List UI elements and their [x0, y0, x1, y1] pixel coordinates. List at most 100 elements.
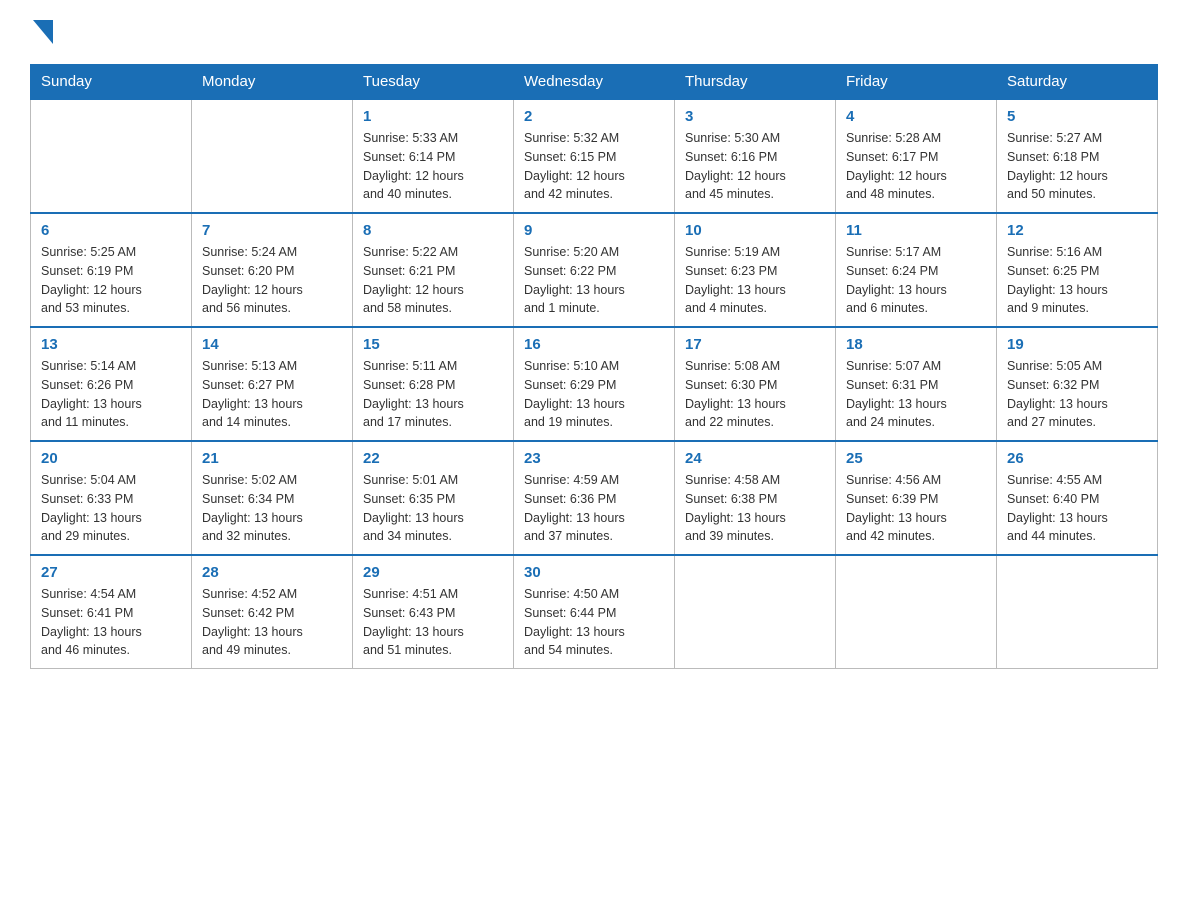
logo [30, 20, 53, 44]
calendar-cell: 7 Sunrise: 5:24 AM Sunset: 6:20 PM Daylig… [192, 213, 353, 327]
calendar-cell: 15 Sunrise: 5:11 AM Sunset: 6:28 PM Dayli… [353, 327, 514, 441]
day-number: 1 [363, 108, 503, 125]
calendar-cell: 13Sunrise: 5:14 AM Sunset: 6:26 PM Dayli… [31, 327, 192, 441]
day-info: Sunrise: 4:59 AM Sunset: 6:36 PM Dayligh… [524, 471, 664, 546]
day-number: 14 [202, 336, 342, 353]
day-number: 19 [1007, 336, 1147, 353]
calendar-cell: 5 Sunrise: 5:27 AM Sunset: 6:18 PM Daylig… [997, 99, 1158, 213]
calendar-cell: 26Sunrise: 4:55 AM Sunset: 6:40 PM Dayli… [997, 441, 1158, 555]
day-info: Sunrise: 5:07 AM Sunset: 6:31 PM Dayligh… [846, 357, 986, 432]
week-row-3: 13Sunrise: 5:14 AM Sunset: 6:26 PM Dayli… [31, 327, 1158, 441]
day-info: Sunrise: 5:01 AM Sunset: 6:35 PM Dayligh… [363, 471, 503, 546]
calendar-cell: 21Sunrise: 5:02 AM Sunset: 6:34 PM Dayli… [192, 441, 353, 555]
day-number: 7 [202, 222, 342, 239]
weekday-header-tuesday: Tuesday [353, 65, 514, 100]
calendar-cell: 17 Sunrise: 5:08 AM Sunset: 6:30 PM Dayli… [675, 327, 836, 441]
day-info: Sunrise: 5:27 AM Sunset: 6:18 PM Dayligh… [1007, 129, 1147, 204]
calendar-cell [997, 555, 1158, 669]
day-number: 23 [524, 450, 664, 467]
calendar-cell: 9 Sunrise: 5:20 AM Sunset: 6:22 PM Daylig… [514, 213, 675, 327]
day-number: 15 [363, 336, 503, 353]
day-info: Sunrise: 5:14 AM Sunset: 6:26 PM Dayligh… [41, 357, 181, 432]
calendar-cell [192, 99, 353, 213]
week-row-2: 6 Sunrise: 5:25 AM Sunset: 6:19 PM Daylig… [31, 213, 1158, 327]
calendar-cell: 16 Sunrise: 5:10 AM Sunset: 6:29 PM Dayli… [514, 327, 675, 441]
day-number: 18 [846, 336, 986, 353]
day-number: 24 [685, 450, 825, 467]
calendar-table: SundayMondayTuesdayWednesdayThursdayFrid… [30, 64, 1158, 669]
day-info: Sunrise: 4:54 AM Sunset: 6:41 PM Dayligh… [41, 585, 181, 660]
week-row-1: 1 Sunrise: 5:33 AM Sunset: 6:14 PM Daylig… [31, 99, 1158, 213]
week-row-5: 27 Sunrise: 4:54 AM Sunset: 6:41 PM Dayli… [31, 555, 1158, 669]
calendar-cell: 22 Sunrise: 5:01 AM Sunset: 6:35 PM Dayli… [353, 441, 514, 555]
day-number: 4 [846, 108, 986, 125]
day-info: Sunrise: 5:16 AM Sunset: 6:25 PM Dayligh… [1007, 243, 1147, 318]
logo-arrow-icon [33, 20, 53, 44]
calendar-cell: 11Sunrise: 5:17 AM Sunset: 6:24 PM Dayli… [836, 213, 997, 327]
day-info: Sunrise: 5:19 AM Sunset: 6:23 PM Dayligh… [685, 243, 825, 318]
day-number: 6 [41, 222, 181, 239]
calendar-cell [675, 555, 836, 669]
day-info: Sunrise: 5:02 AM Sunset: 6:34 PM Dayligh… [202, 471, 342, 546]
day-number: 5 [1007, 108, 1147, 125]
day-info: Sunrise: 5:13 AM Sunset: 6:27 PM Dayligh… [202, 357, 342, 432]
day-info: Sunrise: 5:32 AM Sunset: 6:15 PM Dayligh… [524, 129, 664, 204]
calendar-cell: 24 Sunrise: 4:58 AM Sunset: 6:38 PM Dayli… [675, 441, 836, 555]
calendar-cell: 25Sunrise: 4:56 AM Sunset: 6:39 PM Dayli… [836, 441, 997, 555]
day-number: 8 [363, 222, 503, 239]
calendar-cell [31, 99, 192, 213]
calendar-cell: 8 Sunrise: 5:22 AM Sunset: 6:21 PM Daylig… [353, 213, 514, 327]
calendar-cell: 14 Sunrise: 5:13 AM Sunset: 6:27 PM Dayli… [192, 327, 353, 441]
weekday-header-sunday: Sunday [31, 65, 192, 100]
calendar-cell: 19 Sunrise: 5:05 AM Sunset: 6:32 PM Dayli… [997, 327, 1158, 441]
calendar-cell: 2Sunrise: 5:32 AM Sunset: 6:15 PM Daylig… [514, 99, 675, 213]
calendar-cell: 18 Sunrise: 5:07 AM Sunset: 6:31 PM Dayli… [836, 327, 997, 441]
day-number: 27 [41, 564, 181, 581]
day-number: 3 [685, 108, 825, 125]
weekday-header-monday: Monday [192, 65, 353, 100]
day-info: Sunrise: 5:33 AM Sunset: 6:14 PM Dayligh… [363, 129, 503, 204]
day-number: 20 [41, 450, 181, 467]
day-info: Sunrise: 4:50 AM Sunset: 6:44 PM Dayligh… [524, 585, 664, 660]
day-info: Sunrise: 5:25 AM Sunset: 6:19 PM Dayligh… [41, 243, 181, 318]
day-number: 17 [685, 336, 825, 353]
day-number: 16 [524, 336, 664, 353]
day-number: 9 [524, 222, 664, 239]
day-info: Sunrise: 5:08 AM Sunset: 6:30 PM Dayligh… [685, 357, 825, 432]
day-info: Sunrise: 5:04 AM Sunset: 6:33 PM Dayligh… [41, 471, 181, 546]
calendar-cell [836, 555, 997, 669]
day-number: 29 [363, 564, 503, 581]
day-info: Sunrise: 5:28 AM Sunset: 6:17 PM Dayligh… [846, 129, 986, 204]
page-header [30, 20, 1158, 44]
calendar-cell: 20 Sunrise: 5:04 AM Sunset: 6:33 PM Dayli… [31, 441, 192, 555]
day-info: Sunrise: 5:05 AM Sunset: 6:32 PM Dayligh… [1007, 357, 1147, 432]
calendar-cell: 23 Sunrise: 4:59 AM Sunset: 6:36 PM Dayli… [514, 441, 675, 555]
day-number: 10 [685, 222, 825, 239]
day-info: Sunrise: 5:17 AM Sunset: 6:24 PM Dayligh… [846, 243, 986, 318]
week-row-4: 20 Sunrise: 5:04 AM Sunset: 6:33 PM Dayli… [31, 441, 1158, 555]
day-info: Sunrise: 4:52 AM Sunset: 6:42 PM Dayligh… [202, 585, 342, 660]
weekday-header-saturday: Saturday [997, 65, 1158, 100]
calendar-cell: 12 Sunrise: 5:16 AM Sunset: 6:25 PM Dayli… [997, 213, 1158, 327]
day-info: Sunrise: 4:55 AM Sunset: 6:40 PM Dayligh… [1007, 471, 1147, 546]
day-info: Sunrise: 5:10 AM Sunset: 6:29 PM Dayligh… [524, 357, 664, 432]
calendar-cell: 1 Sunrise: 5:33 AM Sunset: 6:14 PM Daylig… [353, 99, 514, 213]
day-number: 25 [846, 450, 986, 467]
weekday-header-row: SundayMondayTuesdayWednesdayThursdayFrid… [31, 65, 1158, 100]
day-info: Sunrise: 4:58 AM Sunset: 6:38 PM Dayligh… [685, 471, 825, 546]
calendar-cell: 29 Sunrise: 4:51 AM Sunset: 6:43 PM Dayli… [353, 555, 514, 669]
day-info: Sunrise: 5:11 AM Sunset: 6:28 PM Dayligh… [363, 357, 503, 432]
day-info: Sunrise: 4:51 AM Sunset: 6:43 PM Dayligh… [363, 585, 503, 660]
calendar-cell: 30Sunrise: 4:50 AM Sunset: 6:44 PM Dayli… [514, 555, 675, 669]
day-info: Sunrise: 5:24 AM Sunset: 6:20 PM Dayligh… [202, 243, 342, 318]
calendar-cell: 27 Sunrise: 4:54 AM Sunset: 6:41 PM Dayli… [31, 555, 192, 669]
day-info: Sunrise: 5:20 AM Sunset: 6:22 PM Dayligh… [524, 243, 664, 318]
weekday-header-friday: Friday [836, 65, 997, 100]
day-number: 22 [363, 450, 503, 467]
calendar-cell: 28Sunrise: 4:52 AM Sunset: 6:42 PM Dayli… [192, 555, 353, 669]
day-number: 12 [1007, 222, 1147, 239]
calendar-cell: 6 Sunrise: 5:25 AM Sunset: 6:19 PM Daylig… [31, 213, 192, 327]
weekday-header-wednesday: Wednesday [514, 65, 675, 100]
day-info: Sunrise: 5:22 AM Sunset: 6:21 PM Dayligh… [363, 243, 503, 318]
day-info: Sunrise: 5:30 AM Sunset: 6:16 PM Dayligh… [685, 129, 825, 204]
